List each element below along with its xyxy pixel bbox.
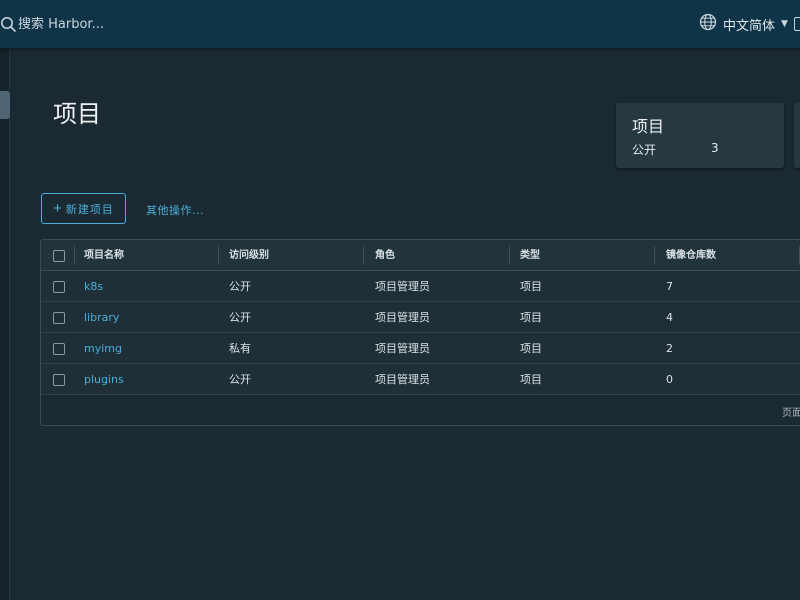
search-icon[interactable]	[0, 16, 16, 32]
column-header-access[interactable]: 访问级别	[229, 240, 269, 271]
table-row: k8s 公开 项目管理员 项目 7	[41, 271, 800, 302]
globe-icon	[699, 13, 717, 35]
new-project-label: 新建项目	[65, 203, 114, 216]
row-checkbox[interactable]	[53, 343, 65, 355]
new-project-button[interactable]: + 新建项目	[41, 193, 126, 224]
language-selector[interactable]: 中文简体 ▼	[699, 13, 788, 35]
page-title: 项目	[53, 100, 101, 128]
chevron-down-icon[interactable]: ▼	[781, 19, 788, 29]
row-checkbox[interactable]	[53, 374, 65, 386]
column-separator[interactable]	[509, 246, 510, 265]
project-access: 公开	[229, 373, 251, 386]
project-repo-count: 0	[666, 373, 673, 386]
column-separator[interactable]	[218, 246, 219, 265]
column-header-repo-count[interactable]: 镜像仓库数	[666, 240, 716, 271]
column-header-role[interactable]: 角色	[375, 240, 395, 271]
table-row: plugins 公开 项目管理员 项目 0	[41, 364, 800, 395]
project-role: 项目管理员	[375, 373, 430, 386]
project-type: 项目	[520, 373, 542, 386]
project-repo-count: 4	[666, 311, 673, 324]
summary-card-projects: 项目 公开 3	[616, 103, 784, 168]
summary-public-count: 3	[711, 141, 719, 155]
column-separator[interactable]	[654, 246, 655, 265]
project-name-link[interactable]: plugins	[84, 364, 124, 395]
top-header: 中文简体 ▼	[0, 0, 800, 48]
sidenav-toggle[interactable]	[0, 91, 10, 119]
project-role: 项目管理员	[375, 311, 430, 324]
project-access: 公开	[229, 280, 251, 293]
projects-table: 项目名称 访问级别 角色 类型 镜像仓库数 k8s 公开 项目管理员 项目 7 …	[40, 239, 800, 426]
project-role: 项目管理员	[375, 280, 430, 293]
column-separator[interactable]	[74, 246, 75, 265]
project-access: 私有	[229, 342, 251, 355]
project-name-link[interactable]: k8s	[84, 271, 103, 302]
summary-card-secondary	[794, 103, 800, 168]
plus-icon: +	[53, 200, 62, 217]
other-actions-link[interactable]: 其他操作...	[146, 202, 204, 218]
summary-card-title: 项目	[632, 117, 665, 136]
project-access: 公开	[229, 311, 251, 324]
pagination-text: 页面	[782, 408, 800, 419]
document-icon[interactable]	[794, 17, 800, 31]
project-name-link[interactable]: myimg	[84, 333, 122, 364]
table-row: library 公开 项目管理员 项目 4	[41, 302, 800, 333]
project-name-link[interactable]: library	[84, 302, 119, 333]
project-repo-count: 2	[666, 342, 673, 355]
project-type: 项目	[520, 342, 542, 355]
column-header-type[interactable]: 类型	[520, 240, 540, 271]
global-search[interactable]	[0, 14, 218, 34]
table-footer: 页面	[41, 395, 800, 425]
project-type: 项目	[520, 280, 542, 293]
summary-public-label: 公开	[632, 143, 657, 157]
table-row: myimg 私有 项目管理员 项目 2	[41, 333, 800, 364]
project-type: 项目	[520, 311, 542, 324]
select-all-checkbox[interactable]	[53, 250, 65, 262]
project-repo-count: 7	[666, 280, 673, 293]
column-header-name[interactable]: 项目名称	[84, 240, 124, 271]
language-label[interactable]: 中文简体	[723, 15, 775, 34]
project-role: 项目管理员	[375, 342, 430, 355]
column-separator[interactable]	[363, 246, 364, 265]
row-checkbox[interactable]	[53, 281, 65, 293]
table-header: 项目名称 访问级别 角色 类型 镜像仓库数	[41, 240, 800, 271]
sidenav	[0, 48, 10, 600]
row-checkbox[interactable]	[53, 312, 65, 324]
search-input[interactable]	[18, 14, 218, 34]
